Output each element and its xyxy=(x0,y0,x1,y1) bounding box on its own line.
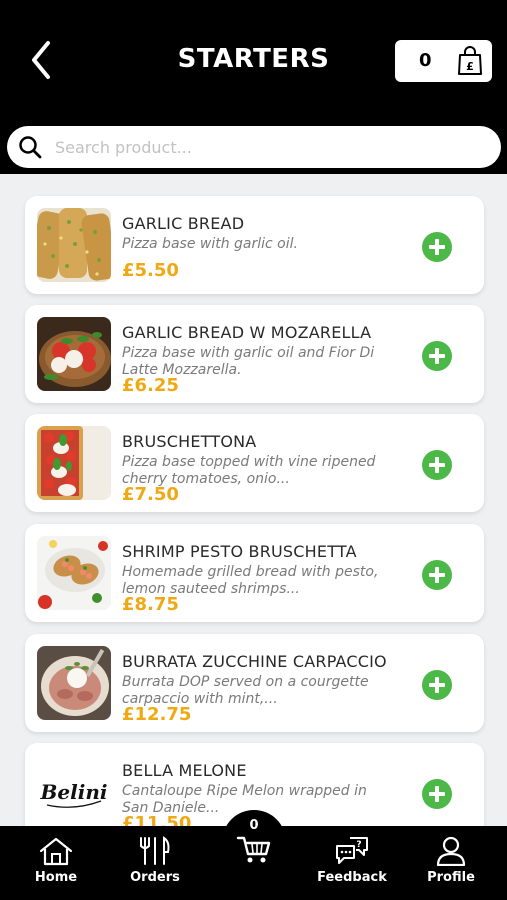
cart-button[interactable]: 0 £ xyxy=(395,40,492,82)
product-name: BRUSCHETTONA xyxy=(122,432,257,451)
product-price: £6.25 xyxy=(122,375,179,396)
product-card[interactable]: GARLIC BREAD W MOZARELLA Pizza base with… xyxy=(25,305,484,403)
search-bar[interactable] xyxy=(7,126,501,168)
nav-orders-label: Orders xyxy=(130,870,180,885)
belini-logo: Belini xyxy=(37,755,111,826)
product-price: £5.50 xyxy=(122,260,179,281)
add-to-cart-button[interactable] xyxy=(422,670,452,700)
product-description: Pizza base with garlic oil. xyxy=(122,236,298,252)
svg-text:?: ? xyxy=(356,840,361,850)
product-description: Pizza base with garlic oil and Fior Di L… xyxy=(122,345,375,378)
product-image xyxy=(37,317,111,391)
product-price: £11.50 xyxy=(122,813,192,826)
shopping-bag-icon: £ xyxy=(458,46,482,75)
shopping-cart-icon xyxy=(236,836,271,863)
cart-fab-count: 0 xyxy=(249,818,259,833)
product-name: SHRIMP PESTO BRUSCHETTA xyxy=(122,542,357,561)
product-price: £12.75 xyxy=(122,704,192,725)
svg-text:Belini: Belini xyxy=(40,780,108,804)
product-name: BELLA MELONE xyxy=(122,761,247,780)
chevron-left-icon xyxy=(32,41,50,79)
feedback-icon: ? xyxy=(336,837,368,864)
nav-feedback[interactable]: ? Feedback xyxy=(312,836,392,896)
product-price: £7.50 xyxy=(122,484,179,505)
product-card[interactable]: SHRIMP PESTO BRUSCHETTA Homemade grilled… xyxy=(25,524,484,622)
product-name: GARLIC BREAD W MOZARELLA xyxy=(122,323,372,342)
add-to-cart-button[interactable] xyxy=(422,450,452,480)
search-icon xyxy=(19,136,42,159)
product-description: Pizza base topped with vine ripened cher… xyxy=(122,454,376,487)
cutlery-icon xyxy=(140,836,170,865)
product-name: GARLIC BREAD xyxy=(122,214,245,233)
product-image xyxy=(37,426,111,500)
product-image: Belini xyxy=(37,755,111,826)
home-icon xyxy=(39,837,73,866)
nav-home-label: Home xyxy=(34,870,78,885)
product-image xyxy=(37,646,111,720)
add-to-cart-button[interactable] xyxy=(422,232,452,262)
nav-orders[interactable]: Orders xyxy=(115,836,195,896)
back-button[interactable] xyxy=(24,38,58,82)
nav-home[interactable]: Home xyxy=(16,836,96,896)
product-list: GARLIC BREAD Pizza base with garlic oil.… xyxy=(0,174,507,826)
product-card[interactable]: GARLIC BREAD Pizza base with garlic oil.… xyxy=(25,196,484,294)
add-to-cart-button[interactable] xyxy=(422,779,452,809)
cart-fab-button[interactable]: 0 xyxy=(222,810,286,874)
nav-feedback-label: Feedback xyxy=(317,870,387,885)
product-card[interactable]: BRUSCHETTONA Pizza base topped with vine… xyxy=(25,414,484,512)
product-price: £8.75 xyxy=(122,594,179,615)
nav-profile[interactable]: Profile xyxy=(411,836,491,896)
product-description: Homemade grilled bread with pesto, lemon… xyxy=(122,564,379,597)
search-input[interactable] xyxy=(55,132,485,162)
add-to-cart-button[interactable] xyxy=(422,560,452,590)
product-name: BURRATA ZUCCHINE CARPACCIO xyxy=(122,652,387,671)
add-to-cart-button[interactable] xyxy=(422,341,452,371)
svg-text:£: £ xyxy=(466,60,474,73)
cart-count: 0 xyxy=(419,50,432,71)
product-card[interactable]: BURRATA ZUCCHINE CARPACCIO Burrata DOP s… xyxy=(25,634,484,732)
user-icon xyxy=(436,836,466,866)
top-bar: STARTERS 0 £ xyxy=(0,0,507,174)
product-image xyxy=(37,208,111,282)
product-image xyxy=(37,536,111,610)
product-description: Burrata DOP served on a courgette carpac… xyxy=(122,674,369,707)
nav-profile-label: Profile xyxy=(427,870,475,885)
